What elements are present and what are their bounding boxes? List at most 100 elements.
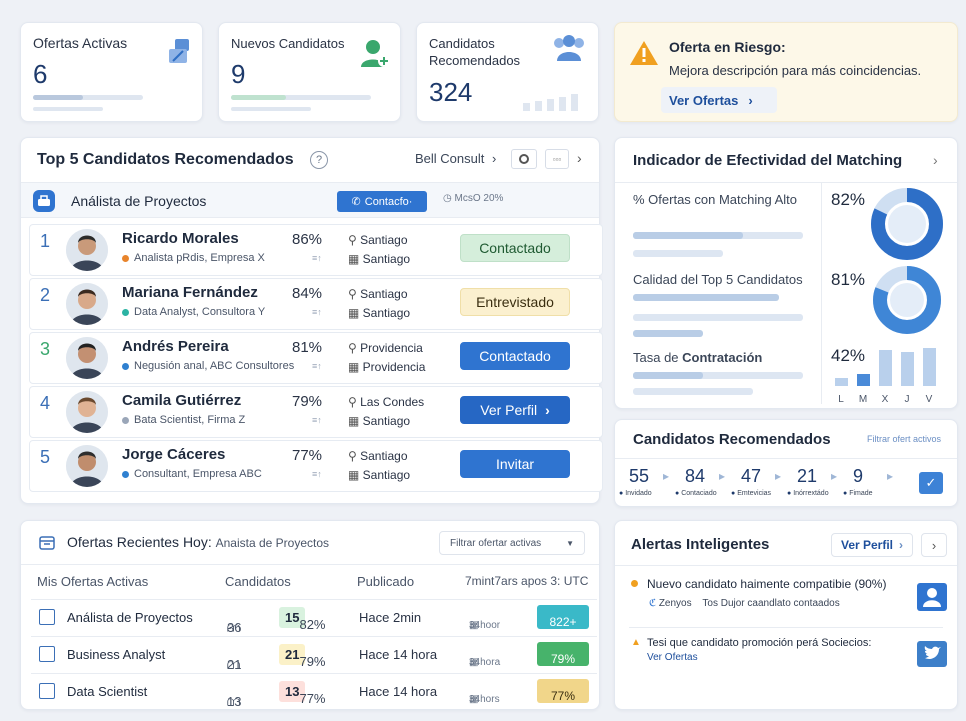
stat-value: 324 [429,77,473,107]
match-percent: 82% [299,617,326,632]
candidate-row[interactable]: 3 Andrés Pereira Negusión anal, ABC Cons… [29,332,603,384]
location-secondary-text: Santiago [362,414,411,428]
avatar[interactable] [66,229,108,271]
stat-card-nuevos[interactable]: Nuevos Candidatos 9 [218,22,401,122]
funnel-label-text: Fimade [849,490,873,497]
status-badge[interactable]: 79% [537,642,589,666]
chevron-down-icon: ▼ [566,538,574,548]
progress-bar-fill [33,95,83,100]
twitter-icon[interactable] [917,641,947,667]
next-button[interactable]: › [921,533,947,557]
rank-number: 1 [40,231,51,251]
avatar[interactable] [66,391,108,433]
day-bar [835,378,848,386]
location-primary-text: Santiago [360,449,408,463]
contact-button[interactable]: ✆ Contacfo· [337,191,427,212]
stat-card-recomendados[interactable]: Candidatos Recomendados 324 [416,22,599,122]
table-row[interactable]: Data Scientist ⩋ 13 13 77% Hace 14 hora … [31,673,597,709]
offer-name[interactable]: Análista de Proyectos [67,610,193,625]
match-percent: 81% [292,339,323,356]
calendar-icon [39,535,55,551]
location-secondary: ▦ Santiago [348,306,410,320]
status-badge[interactable]: 77% [537,679,589,703]
candidate-action-button[interactable]: Invitar [460,450,570,478]
weekly-bar-chart: LMXJV [835,348,936,405]
candidate-row[interactable]: 2 Mariana Fernández Data Analyst, Consul… [29,278,603,330]
avatar[interactable] [66,337,108,379]
location-primary: ⚲ Santiago [348,287,408,301]
check-button[interactable]: ✓ [919,472,943,494]
help-icon[interactable]: ? [310,151,328,169]
company-label: Bell Consult [415,151,485,166]
table-row[interactable]: Análista de Proyectos ⩋ 36 - 15 82% Hace… [31,599,597,635]
candidate-action-button[interactable]: Entrevistado [460,288,570,316]
offer-name[interactable]: Data Scientist [67,684,147,699]
candidate-action-button[interactable]: Contactado [460,342,570,370]
alert-item[interactable]: ▲ Tesi que candidato promoción perá Soci… [615,629,957,687]
settings-button[interactable] [511,149,537,169]
avatar[interactable] [66,283,108,325]
stat-title: Recomendados [429,53,521,68]
filter-link[interactable]: Filtrar ofert activos [867,434,941,444]
phone-icon: ✆ [351,196,361,208]
avatar[interactable] [66,445,108,487]
alert-sub[interactable]: Ver Ofertas [647,652,698,663]
status-badge[interactable]: 822+ [537,605,589,629]
action-label: Contactado [479,240,551,256]
divider [615,182,957,183]
candidate-name[interactable]: Camila Gutiérrez [122,392,241,409]
stat-card-ofertas[interactable]: Ofertas Activas 6 [20,22,203,122]
candidate-name[interactable]: Ricardo Morales [122,230,239,247]
ver-ofertas-link[interactable]: Ver Ofertas › [661,87,777,113]
candidate-name[interactable]: Jorge Cáceres [122,446,225,463]
ver-perfil-button[interactable]: Ver Perfil › [831,533,913,557]
donut-chart-calidad [873,266,941,334]
candidate-name[interactable]: Mariana Fernández [122,284,258,301]
alert-sub-2: Tos Dujor caandlato contaados [702,598,840,609]
offer-icon [39,646,55,662]
stat-value: 9 [231,59,246,89]
candidate-action-button[interactable]: Ver Perfil › [460,396,570,424]
match-count: 15 [285,610,300,625]
funnel-label-text: Contaciado [681,490,717,497]
location-secondary-text: Santiago [362,306,411,320]
clock-icon: ◷ [443,193,455,204]
trend-icon: ≡↑ [312,253,322,263]
location-primary-text: Santiago [360,233,408,247]
candidate-row[interactable]: 5 Jorge Cáceres Consultant, Empresa ABC … [29,440,603,492]
match-pill: 15 82% [279,607,326,632]
rank-number: 2 [40,285,51,305]
user-icon[interactable] [917,583,947,611]
match-percent: 77% [292,447,323,464]
contact-label: Contacfo· [364,195,413,208]
table-row[interactable]: Business Analyst ⩋ 21 21 79% Hace 14 hor… [31,636,597,672]
filter-dropdown[interactable]: Filtrar ofertar activas ▼ [439,531,585,555]
progress-bar [33,107,103,111]
progress-bar [231,107,311,111]
candidate-row[interactable]: 4 Camila Gutiérrez Bata Scientist, Firma… [29,386,603,438]
candidate-row[interactable]: 1 Ricardo Morales Analista pRdis, Empres… [29,224,603,276]
alert-item[interactable]: Nuevo candidato haimente compatibie (90%… [615,567,957,625]
day-label: V [926,394,933,405]
flame-icon: ▲ [631,637,641,648]
company-selector[interactable]: Bell Consult › [415,151,496,166]
check-icon: ✓ [925,475,937,490]
chevron-right-icon[interactable]: › [577,150,582,166]
funnel-arrow-icon: ▸ [831,469,838,483]
gear-icon [519,154,529,164]
building-icon: ▦ [348,252,363,266]
stat-title: Candidatos [429,36,495,51]
more-button[interactable]: ▫▫▫ [545,149,569,169]
chevron-right-icon[interactable]: › [933,152,938,168]
filter-tag[interactable]: ◷ McsO 20% [443,193,503,204]
offer-name[interactable]: Business Analyst [67,647,165,662]
trend-icon: ≡↑ [312,307,322,317]
candidate-action-button[interactable]: Contactado [460,234,570,262]
section-title: Ofertas Recientes Hoy: Anaista de Proyec… [67,534,329,550]
match-percent: 86% [292,231,323,248]
candidate-name[interactable]: Andrés Pereira [122,338,229,355]
filter-dropdown-label: Filtrar ofertar activas [450,537,542,549]
match-count: 21 [285,647,300,662]
location-secondary: ▦ Santiago [348,414,410,428]
location-primary-text: Providencia [360,341,423,355]
